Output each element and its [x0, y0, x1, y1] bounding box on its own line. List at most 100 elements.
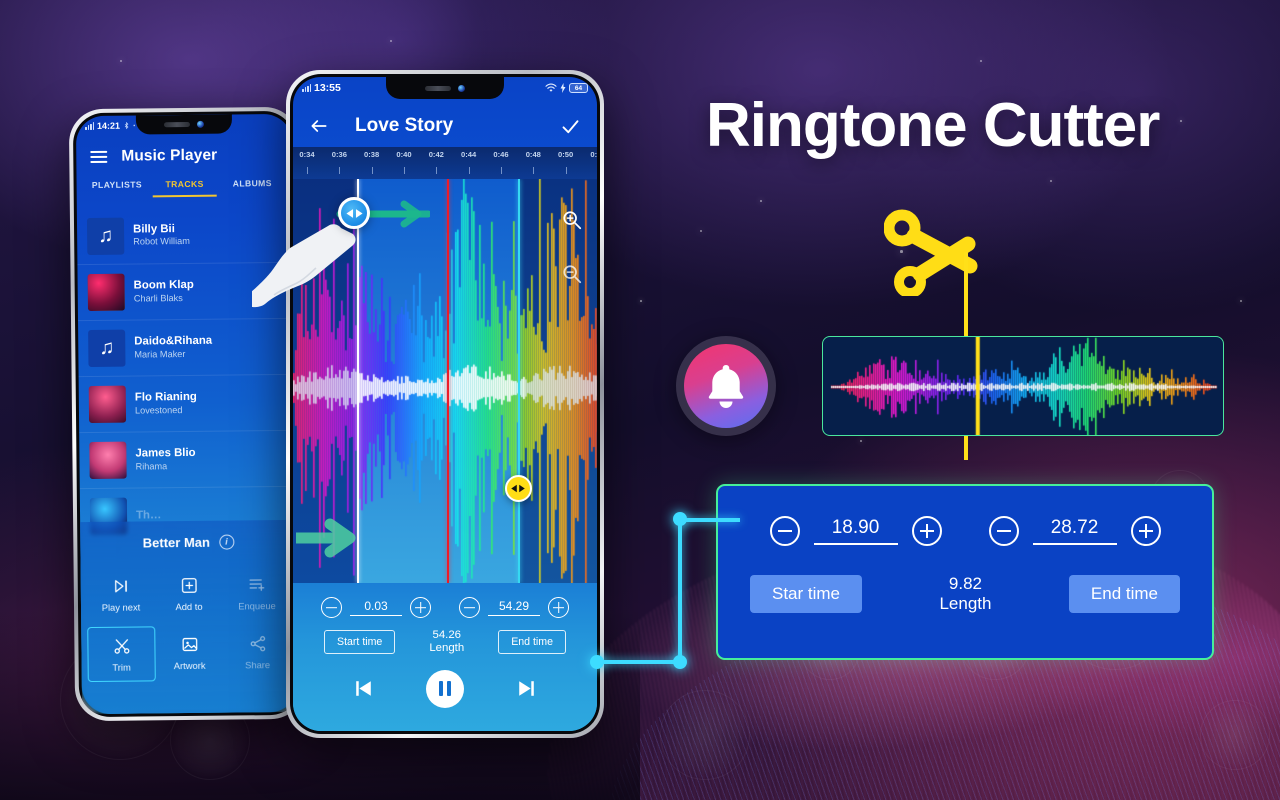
page-title: Music Player — [121, 146, 218, 165]
start-drag-handle[interactable] — [338, 197, 370, 229]
start-time-button[interactable]: Start time — [324, 630, 396, 655]
zoom-out-icon[interactable] — [561, 263, 583, 285]
ruler-tick — [500, 167, 502, 174]
image-icon — [182, 637, 197, 652]
action-share[interactable]: Share — [223, 625, 292, 681]
trim-button-row: Start time 54.26 Length End time — [293, 618, 597, 656]
action-label: Artwork — [173, 659, 206, 672]
hero-title: Ringtone Cutter — [706, 91, 1160, 160]
list-item[interactable]: Flo Rianing Lovestoned — [78, 373, 296, 433]
zoom-in-icon[interactable] — [561, 209, 583, 231]
sparkle — [640, 300, 642, 302]
track-artist: Robot William — [133, 236, 190, 247]
sparkle — [860, 440, 862, 442]
end-drag-handle[interactable] — [504, 475, 532, 502]
end-marker[interactable] — [517, 179, 520, 583]
skip-previous-icon[interactable] — [351, 676, 376, 701]
length-display: 54.26 Length — [429, 629, 464, 656]
panel-end-time-button[interactable]: End time — [1068, 575, 1180, 614]
ruler-label: 0:44 — [461, 150, 477, 159]
end-time-value[interactable]: 54.29 — [488, 599, 540, 616]
list-item[interactable]: ♫ Daido&Rihana Maria Maker — [78, 317, 295, 377]
end-increase-button[interactable] — [548, 597, 569, 618]
check-icon[interactable] — [560, 116, 581, 137]
panel-end-spinner: 28.72 — [965, 516, 1184, 546]
tab-tracks[interactable]: TRACKS — [152, 178, 218, 198]
panel-end-value[interactable]: 28.72 — [1032, 517, 1117, 545]
enqueue-icon — [248, 579, 264, 591]
panel-spinner-row: 18.90 28.72 — [718, 486, 1212, 546]
end-decrease-button[interactable] — [459, 597, 480, 618]
start-increase-button[interactable] — [410, 597, 431, 618]
action-add-to[interactable]: Add to — [155, 567, 224, 621]
track-artwork — [87, 273, 125, 312]
center-phone-mockup: 13:55 64 Love Story 0:34 0:36 0:38 0:40 … — [286, 70, 604, 738]
panel-start-spinner: 18.90 — [746, 516, 965, 546]
left-phone-screen: 14:21 ··· Music Player PLAYLISTS TRACKS … — [75, 113, 299, 715]
center-phone-screen: 13:55 64 Love Story 0:34 0:36 0:38 0:40 … — [293, 77, 597, 731]
action-play-next[interactable]: Play next — [87, 567, 156, 621]
ruler-label: 0:46 — [493, 150, 509, 159]
panel-start-increase-button[interactable] — [911, 516, 942, 546]
tab-albums[interactable]: ALBUMS — [220, 178, 285, 197]
ruler-tick — [468, 167, 470, 174]
info-icon[interactable]: i — [218, 534, 235, 550]
track-artwork-note-icon: ♫ — [88, 329, 126, 368]
ruler-tick — [371, 167, 373, 174]
timeline-ruler[interactable]: 0:34 0:36 0:38 0:40 0:42 0:44 0:46 0:48 0:50 0:52 — [293, 147, 597, 179]
action-artwork[interactable]: Artwork — [155, 626, 224, 682]
bluetooth-icon — [124, 121, 129, 129]
track-title: Daido&Rihana — [134, 335, 213, 348]
back-arrow-icon[interactable] — [309, 116, 329, 136]
tab-playlists[interactable]: PLAYLISTS — [85, 179, 150, 198]
connector-dot-top — [673, 512, 687, 526]
center-phone-notch — [386, 77, 504, 99]
panel-end-increase-button[interactable] — [1130, 516, 1161, 546]
trim-spinner-row: 0.03 54.29 — [293, 583, 597, 618]
sparkle — [760, 200, 762, 202]
preview-waveform-canvas — [823, 337, 1223, 435]
action-grid: Play next Add to Enqueue Trim Artwork Sh… — [81, 562, 298, 683]
ringtone-badge — [676, 336, 776, 436]
action-label: Add to — [175, 600, 203, 613]
panel-start-time-button[interactable]: Star time — [750, 575, 863, 614]
track-artwork — [89, 441, 127, 480]
sparkle — [1240, 300, 1242, 302]
panel-length-label: Length — [939, 594, 992, 614]
length-label: Length — [429, 642, 465, 655]
panel-start-decrease-button[interactable] — [769, 516, 800, 546]
track-title: Billy Bii — [133, 223, 175, 236]
left-phone-notch — [135, 114, 233, 135]
start-decrease-button[interactable] — [321, 597, 342, 618]
sparkle — [390, 40, 392, 42]
left-tab-bar: PLAYLISTS TRACKS ALBUMS — [77, 178, 293, 198]
skip-next-icon[interactable] — [514, 676, 539, 701]
playhead-marker[interactable] — [446, 179, 449, 583]
connector-line-bottom — [596, 660, 682, 664]
track-artwork-note-icon: ♫ — [86, 217, 125, 255]
center-app-bar: Love Story — [293, 105, 597, 147]
start-time-value[interactable]: 0.03 — [350, 599, 402, 616]
action-label: Play next — [101, 601, 141, 613]
hamburger-icon[interactable] — [90, 150, 108, 163]
ruler-label: 0:36 — [331, 150, 347, 159]
panel-start-value[interactable]: 18.90 — [813, 517, 898, 545]
left-phone-bezel: 14:21 ··· Music Player PLAYLISTS TRACKS … — [72, 110, 302, 718]
wifi-icon — [545, 83, 557, 92]
track-artwork — [88, 385, 127, 424]
action-enqueue[interactable]: Enqueue — [223, 566, 292, 620]
bottom-right-arrow-icon — [296, 518, 356, 558]
action-trim[interactable]: Trim — [87, 626, 156, 683]
list-item[interactable]: James Blio Rihama — [79, 429, 296, 489]
ruler-label: 0:38 — [364, 150, 380, 159]
action-label: Enqueue — [238, 600, 276, 612]
front-camera-icon — [458, 84, 465, 92]
context-action-sheet: Better Man i Play next Add to Enqueue Tr… — [80, 519, 299, 715]
sheet-track-title: Better Man — [142, 534, 211, 550]
end-time-button[interactable]: End time — [498, 630, 566, 655]
panel-end-decrease-button[interactable] — [988, 516, 1019, 546]
pause-button[interactable] — [426, 669, 464, 708]
ruler-tick — [307, 167, 308, 174]
bokeh-circle — [660, 690, 750, 780]
track-title: Flo Rianing — [134, 391, 197, 404]
